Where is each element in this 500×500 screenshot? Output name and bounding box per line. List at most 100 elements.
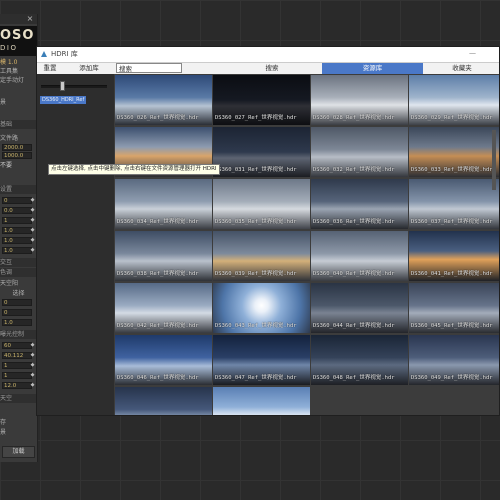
tab-library[interactable]: 资源库 <box>322 63 423 74</box>
hdri-thumbnail[interactable]: DS360_045_Ref_世界视觉.hdr <box>409 283 499 333</box>
minimize-icon[interactable]: — <box>469 48 476 59</box>
hdri-thumbnail-grid: DS360_026_Ref_世界视觉.hdr DS360_027_Ref_世界视觉… <box>115 75 499 415</box>
settings-section-header[interactable]: 设置 <box>0 185 37 194</box>
hdri-thumbnail[interactable]: DS360_046_Ref_世界视觉.hdr <box>115 335 212 385</box>
spinner-icon[interactable]: ◆ <box>30 207 35 214</box>
logo-line-2: DIO <box>0 44 18 52</box>
spinner-icon[interactable]: ◆ <box>30 342 35 349</box>
spinner-icon[interactable]: ◆ <box>30 227 35 234</box>
basic-section-header[interactable]: 基础 <box>0 120 37 129</box>
spinner-icon[interactable]: ◆ <box>30 237 35 244</box>
numeric-field[interactable]: 1.0 <box>2 247 32 254</box>
spinner-icon[interactable]: ◆ <box>30 197 35 204</box>
hdri-thumbnail[interactable]: DS360_040_Ref_世界视觉.hdr <box>311 231 408 281</box>
hdri-thumbnail[interactable]: DS360_028_Ref_世界视觉.hdr <box>311 75 408 125</box>
hdri-thumbnail[interactable]: DS360_027_Ref_世界视觉.hdr <box>213 75 310 125</box>
hdri-thumbnail[interactable]: DS360_041_Ref_世界视觉.hdr <box>409 231 499 281</box>
sky-section-header[interactable]: 天空 <box>0 394 37 403</box>
hdri-filename-label: DS360_033_Ref_世界视觉.hdr <box>411 167 493 173</box>
hdri-thumbnail[interactable] <box>213 387 310 415</box>
hdri-thumbnail[interactable]: DS360_049_Ref_世界视觉.hdr <box>409 335 499 385</box>
hdri-filename-label: DS360_047_Ref_世界视觉.hdr <box>215 375 297 381</box>
window-title: HDRI 库 <box>51 50 78 58</box>
numeric-field[interactable]: 1.0 <box>2 319 32 326</box>
hdri-thumbnail[interactable]: DS360_032_Ref_世界视觉.hdr <box>311 127 408 177</box>
hdri-thumbnail[interactable]: DS360_031_Ref_世界视觉.hdr <box>213 127 310 177</box>
library-folder-item[interactable]: DS360_HDRI_Ref <box>40 96 86 104</box>
numeric-field[interactable]: 0 <box>2 299 32 306</box>
close-icon[interactable]: × <box>25 14 35 24</box>
tooltip: 点击左键选择, 点击中键删除, 点击右键在文件资源管理器打开 HDRI <box>48 164 220 175</box>
hdri-thumbnail[interactable]: DS360_026_Ref_世界视觉.hdr <box>115 75 212 125</box>
hdri-filename-label: DS360_034_Ref_世界视觉.hdr <box>117 219 199 225</box>
hdri-filename-label: DS360_045_Ref_世界视觉.hdr <box>411 323 493 329</box>
grid-scrollbar[interactable] <box>492 130 496 190</box>
hdri-filename-label: DS360_046_Ref_世界视觉.hdr <box>117 375 199 381</box>
hdri-thumbnail[interactable]: DS360_048_Ref_世界视觉.hdr <box>311 335 408 385</box>
numeric-field[interactable]: 1 <box>2 217 32 224</box>
hdri-filename-label: DS360_041_Ref_世界视觉.hdr <box>411 271 493 277</box>
search-input[interactable] <box>116 63 182 73</box>
numeric-field[interactable]: 1 <box>2 372 32 379</box>
search-button[interactable]: 搜索 <box>237 63 307 74</box>
tab-favorites[interactable]: 收藏夹 <box>427 63 497 74</box>
hdri-thumbnail[interactable]: DS360_039_Ref_世界视觉.hdr <box>213 231 310 281</box>
numeric-field[interactable]: 1000.0 <box>2 152 32 159</box>
spinner-icon[interactable]: ◆ <box>30 352 35 359</box>
scene-label: 景 <box>0 99 7 106</box>
spinner-icon[interactable]: ◆ <box>30 372 35 379</box>
spinner-icon[interactable]: ◆ <box>30 382 35 389</box>
hdri-filename-label: DS360_038_Ref_世界视觉.hdr <box>117 271 199 277</box>
hdri-thumbnail[interactable]: DS360_034_Ref_世界视觉.hdr <box>115 179 212 229</box>
slider-thumb[interactable] <box>60 81 65 91</box>
numeric-field[interactable]: 0 <box>2 309 32 316</box>
numeric-field[interactable]: 12.0 <box>2 382 32 389</box>
hdri-thumbnail[interactable] <box>115 387 212 415</box>
numeric-field[interactable]: 40.112 <box>2 352 32 359</box>
window-titlebar[interactable]: HDRI 库 — <box>37 47 499 63</box>
tone-section-header[interactable]: 色调 <box>0 268 37 277</box>
thumbnail-size-slider[interactable] <box>41 85 107 88</box>
spinner-icon[interactable]: ◆ <box>30 247 35 254</box>
numeric-field[interactable]: 2000.0 <box>2 144 32 151</box>
hdri-thumbnail[interactable]: DS360_029_Ref_世界视觉.hdr <box>409 75 499 125</box>
hdri-preview-image <box>115 387 212 415</box>
spinner-icon[interactable]: ◆ <box>30 217 35 224</box>
hdri-filename-label: DS360_042_Ref_世界视觉.hdr <box>117 323 199 329</box>
spinner-icon[interactable]: ◆ <box>30 362 35 369</box>
numeric-field[interactable]: 0.0 <box>2 207 32 214</box>
hdri-thumbnail[interactable]: DS360_044_Ref_世界视觉.hdr <box>311 283 408 333</box>
select-button[interactable]: 选择 <box>0 289 37 298</box>
numeric-field[interactable]: 1.0 <box>2 237 32 244</box>
no-label: 不要 <box>0 162 13 169</box>
hdri-thumbnail[interactable]: DS360_036_Ref_世界视觉.hdr <box>311 179 408 229</box>
reset-button[interactable]: 重置 <box>37 63 63 74</box>
hdri-thumbnail[interactable]: DS360_033_Ref_世界视觉.hdr <box>409 127 499 177</box>
hdri-thumbnail[interactable]: DS360_047_Ref_世界视觉.hdr <box>213 335 310 385</box>
hdri-thumbnail[interactable]: DS360_043_Ref_世界视觉.hdr <box>213 283 310 333</box>
numeric-field[interactable]: 1.0 <box>2 227 32 234</box>
interaction-section-header[interactable]: 交互 <box>0 258 37 267</box>
hdri-filename-label: DS360_032_Ref_世界视觉.hdr <box>313 167 395 173</box>
add-library-button[interactable]: 添加库 <box>69 63 109 74</box>
hdri-filename-label: DS360_043_Ref_世界视觉.hdr <box>215 323 297 329</box>
hdri-filename-label: DS360_036_Ref_世界视觉.hdr <box>313 219 395 225</box>
hdri-thumbnail[interactable]: DS360_038_Ref_世界视觉.hdr <box>115 231 212 281</box>
hdri-filename-label: DS360_037_Ref_世界视觉.hdr <box>411 219 493 225</box>
manual-light-button[interactable]: 定手动灯 <box>0 76 37 85</box>
numeric-field[interactable]: 60 <box>2 342 32 349</box>
hdri-filename-label: DS360_026_Ref_世界视觉.hdr <box>117 115 199 121</box>
exposure-section-header[interactable]: 曝光控制 <box>0 330 37 339</box>
hdri-filename-label: DS360_044_Ref_世界视觉.hdr <box>313 323 395 329</box>
brand-logo: OSO DIO <box>0 26 37 56</box>
hdri-filename-label: DS360_027_Ref_世界视觉.hdr <box>215 115 297 121</box>
hdri-thumbnail[interactable]: DS360_037_Ref_世界视觉.hdr <box>409 179 499 229</box>
load-button[interactable]: 加载 <box>2 446 35 458</box>
file-path-label: 文件路 <box>0 135 19 142</box>
hdri-filename-label: DS360_028_Ref_世界视觉.hdr <box>313 115 395 121</box>
hdri-filename-label: DS360_039_Ref_世界视觉.hdr <box>215 271 297 277</box>
hdri-thumbnail[interactable]: DS360_042_Ref_世界视觉.hdr <box>115 283 212 333</box>
numeric-field[interactable]: 1 <box>2 362 32 369</box>
hdri-thumbnail[interactable]: DS360_035_Ref_世界视觉.hdr <box>213 179 310 229</box>
numeric-field[interactable]: 0 <box>2 197 32 204</box>
